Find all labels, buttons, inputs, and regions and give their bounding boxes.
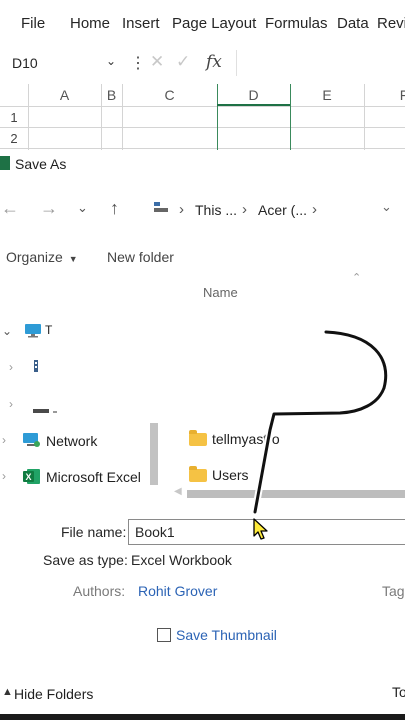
column-header-d[interactable]: D xyxy=(217,84,290,106)
menu-formulas[interactable]: Formulas xyxy=(265,15,328,32)
caret-down-icon: ▼ xyxy=(68,254,78,264)
column-header-a[interactable]: A xyxy=(28,84,101,106)
caret-up-icon[interactable]: ▲ xyxy=(2,686,13,698)
grid-divider xyxy=(0,127,405,128)
row-header-1[interactable]: 1 xyxy=(0,110,28,125)
name-column-header[interactable]: Name xyxy=(203,285,238,300)
hide-folders-button[interactable]: Hide Folders xyxy=(14,686,93,702)
save-as-type-select[interactable]: Excel Workbook xyxy=(131,552,232,568)
file-item-tellmyastro[interactable]: tellmyastro xyxy=(212,431,280,447)
name-box-value: D10 xyxy=(12,55,38,71)
menu-file[interactable]: File xyxy=(21,15,45,32)
column-header-b[interactable]: B xyxy=(101,84,122,106)
chevron-right-icon[interactable]: › xyxy=(9,360,13,374)
cancel-entry-icon[interactable]: ✕ xyxy=(150,52,164,72)
monitor-icon xyxy=(24,323,42,343)
file-name-value: Book1 xyxy=(135,524,175,540)
menu-page-layout[interactable]: Page Layout xyxy=(172,15,256,32)
file-name-label: File name: xyxy=(61,524,127,540)
tree-item-this-pc[interactable]: T xyxy=(45,323,52,337)
breadcrumb-chevron-icon: › xyxy=(179,201,184,218)
more-options-icon[interactable]: ⋮ xyxy=(130,53,146,73)
recent-locations-icon[interactable]: ⌄ xyxy=(77,200,88,216)
navigation-scrollbar[interactable] xyxy=(150,423,158,485)
breadcrumb-chevron-icon: › xyxy=(242,201,247,218)
enter-entry-icon[interactable]: ✓ xyxy=(176,52,190,72)
menu-data[interactable]: Data xyxy=(337,15,369,32)
menu-insert[interactable]: Insert xyxy=(122,15,160,32)
grid-divider xyxy=(0,106,405,107)
column-header-c[interactable]: C xyxy=(122,84,217,106)
breadcrumb-acer[interactable]: Acer (... xyxy=(258,202,307,218)
breadcrumb-this-pc[interactable]: This ... xyxy=(195,202,237,218)
tags-label: Tags xyxy=(382,583,405,599)
tools-menu[interactable]: To xyxy=(392,684,405,700)
file-list-scrollbar[interactable] xyxy=(187,490,405,498)
new-folder-button[interactable]: New folder xyxy=(107,249,174,265)
chevron-right-icon[interactable]: › xyxy=(2,433,6,447)
save-as-type-label: Save as type: xyxy=(43,552,128,568)
up-arrow-icon[interactable]: ↑ xyxy=(110,198,119,219)
pointer-cursor-icon xyxy=(253,518,268,540)
organize-label: Organize xyxy=(6,249,63,265)
column-header-f[interactable]: F xyxy=(364,84,405,106)
save-thumbnail-checkbox[interactable] xyxy=(157,628,171,642)
dialog-title: Save As xyxy=(15,156,67,172)
computer-icon xyxy=(153,201,168,213)
column-header-e[interactable]: E xyxy=(290,84,364,106)
drive-icon xyxy=(33,402,61,420)
chevron-right-icon[interactable]: › xyxy=(9,397,13,411)
device-icon xyxy=(33,359,39,377)
scroll-left-icon[interactable]: ◀ xyxy=(174,486,182,497)
excel-icon: X xyxy=(23,468,41,490)
insert-function-button[interactable]: fx xyxy=(206,52,222,72)
chevron-down-icon[interactable]: ⌄ xyxy=(106,54,116,68)
formula-input[interactable] xyxy=(236,50,405,76)
save-thumbnail-label[interactable]: Save Thumbnail xyxy=(176,627,277,643)
sort-ascending-icon: ⌃ xyxy=(352,272,362,284)
authors-label: Authors: xyxy=(73,583,126,599)
row-header-2[interactable]: 2 xyxy=(0,131,28,146)
folder-icon xyxy=(189,466,207,482)
svg-text:X: X xyxy=(25,472,31,482)
folder-icon xyxy=(189,430,207,446)
file-item-users[interactable]: Users xyxy=(212,467,249,483)
chevron-right-icon[interactable]: › xyxy=(2,469,6,483)
grid-divider xyxy=(0,148,405,149)
tree-item-microsoft-excel[interactable]: Microsoft Excel xyxy=(46,469,141,485)
organize-menu[interactable]: Organize ▼ xyxy=(6,249,78,265)
chevron-down-icon[interactable]: ⌄ xyxy=(2,324,12,338)
back-arrow-icon[interactable]: ← xyxy=(1,198,19,219)
breadcrumb-chevron-icon: › xyxy=(312,201,317,218)
tree-item-network[interactable]: Network xyxy=(46,433,97,449)
excel-icon xyxy=(0,156,10,170)
network-icon xyxy=(22,432,42,453)
authors-value[interactable]: Rohit Grover xyxy=(138,583,217,599)
name-box[interactable]: D10 ⌄ xyxy=(6,50,120,76)
forward-arrow-icon[interactable]: → xyxy=(40,198,58,219)
menu-review[interactable]: Revi xyxy=(377,15,405,32)
address-dropdown-icon[interactable]: ⌄ xyxy=(381,199,392,215)
bottom-edge xyxy=(0,714,405,720)
menu-home[interactable]: Home xyxy=(70,15,110,32)
